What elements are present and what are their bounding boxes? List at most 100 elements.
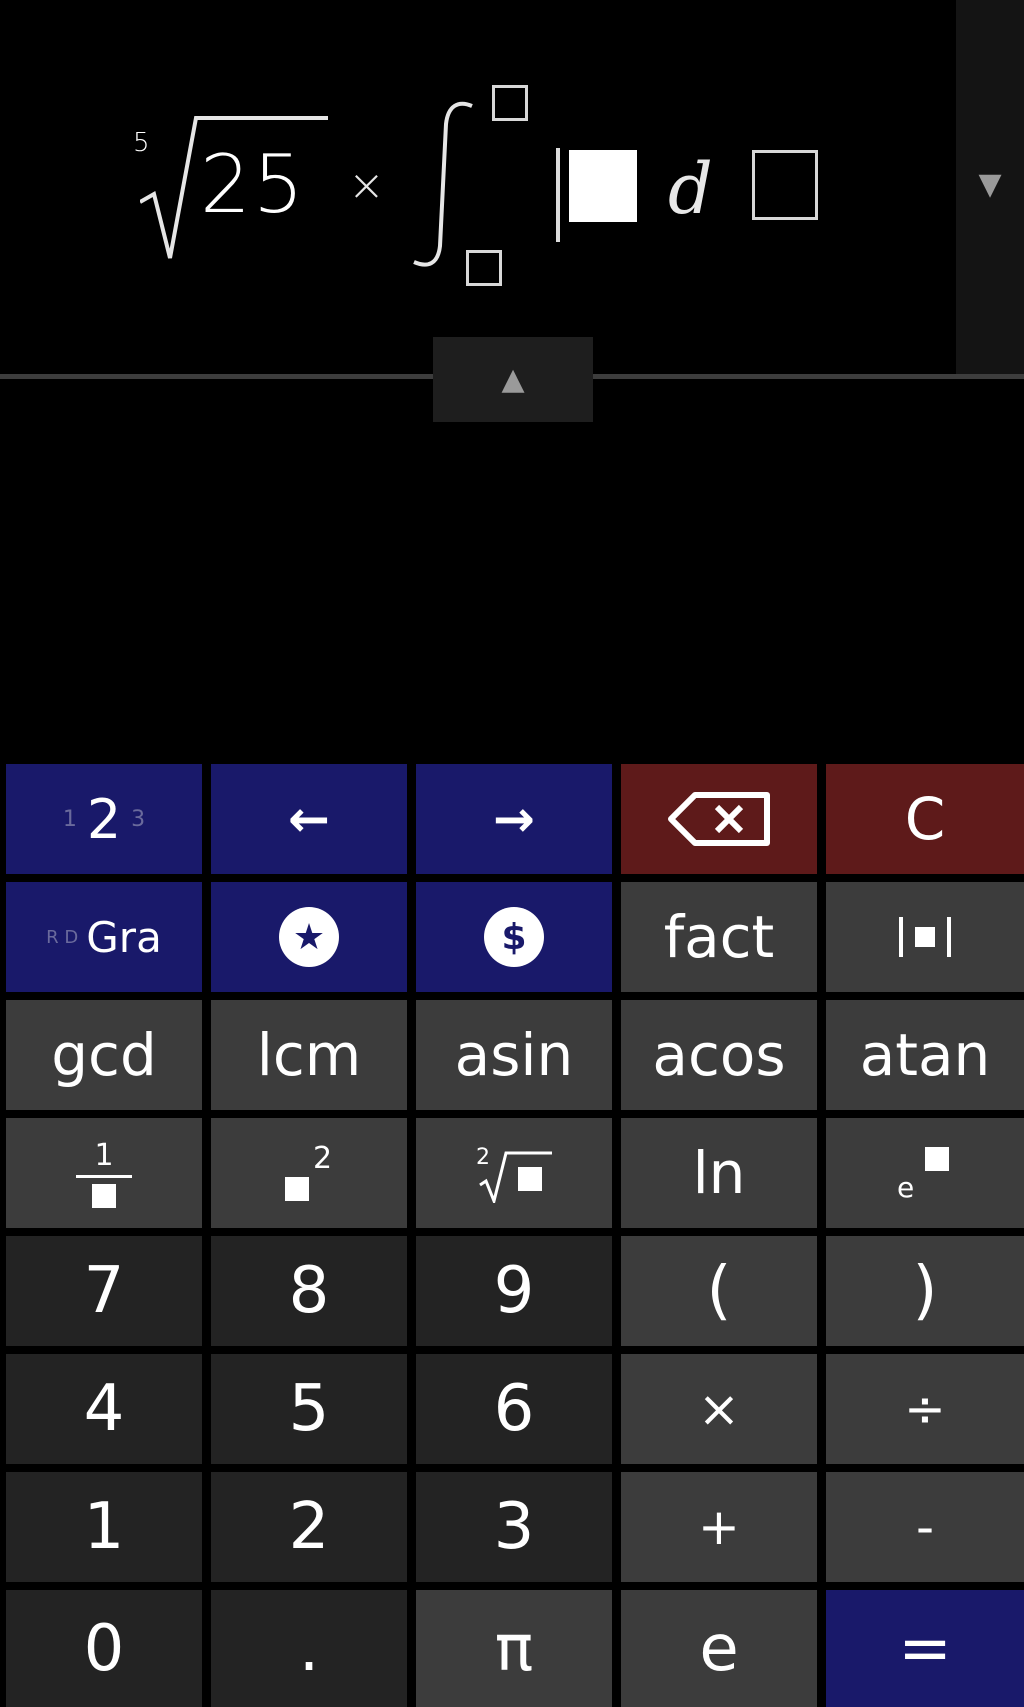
square-button[interactable]: 2 <box>211 1118 407 1228</box>
integrand-placeholder-active[interactable] <box>569 150 637 222</box>
angle-mode-current: Gra <box>86 912 162 962</box>
lcm-label: lcm <box>256 1021 362 1089</box>
collapse-display-button[interactable]: ▲ <box>433 337 593 422</box>
equals-label: = <box>898 1611 952 1686</box>
digit-5-button[interactable]: 5 <box>211 1354 407 1464</box>
reciprocal-button[interactable]: 1 <box>6 1118 202 1228</box>
decimals-right: 3 <box>131 806 146 832</box>
exp-template: e <box>895 1143 955 1204</box>
math-expression[interactable]: 5 25 × d <box>0 0 956 374</box>
multiply-operator: × <box>348 160 385 211</box>
digit-1-button[interactable]: 1 <box>6 1472 202 1582</box>
atan-label: atan <box>859 1021 991 1089</box>
text-cursor <box>556 148 560 242</box>
square-root-button[interactable]: 2 <box>416 1118 612 1228</box>
arrow-left-icon: ← <box>288 790 330 848</box>
plus-label: + <box>698 1498 740 1556</box>
angle-mode-others: R D <box>46 926 79 948</box>
cursor-right-button[interactable]: → <box>416 764 612 874</box>
fraction-bar <box>76 1174 132 1178</box>
digit-2-button[interactable]: 2 <box>211 1472 407 1582</box>
decimal-point-button[interactable]: . <box>211 1590 407 1707</box>
cursor-left-button[interactable]: ← <box>211 764 407 874</box>
currency-button[interactable]: $ <box>416 882 612 992</box>
arrow-right-icon: → <box>493 790 535 848</box>
upper-limit-placeholder[interactable] <box>492 85 528 121</box>
clear-button[interactable]: C <box>826 764 1024 874</box>
root-template: 2 <box>474 1143 554 1203</box>
decimals-current: 2 <box>86 787 122 851</box>
digit-0-button[interactable]: 0 <box>6 1590 202 1707</box>
digit-4-button[interactable]: 4 <box>6 1354 202 1464</box>
exp-base: e <box>897 1171 915 1204</box>
angle-mode-button[interactable]: R D Gra <box>6 882 202 992</box>
factorial-label: fact <box>663 903 775 971</box>
gcd-button[interactable]: gcd <box>6 1000 202 1110</box>
pi-label: π <box>494 1611 534 1686</box>
pi-button[interactable]: π <box>416 1590 612 1707</box>
lower-limit-placeholder[interactable] <box>466 250 502 286</box>
expression-display[interactable]: 5 25 × d <box>0 0 956 374</box>
favorites-button[interactable]: ★ <box>211 882 407 992</box>
digit-3-button[interactable]: 3 <box>416 1472 612 1582</box>
placeholder-square <box>285 1177 309 1201</box>
square-template: 2 <box>279 1141 339 1203</box>
multiply-label: × <box>698 1380 740 1438</box>
reciprocal-numerator: 1 <box>94 1137 114 1173</box>
backspace-icon <box>668 792 770 846</box>
variable-placeholder[interactable] <box>752 150 818 220</box>
multiply-button[interactable]: × <box>621 1354 817 1464</box>
lcm-button[interactable]: lcm <box>211 1000 407 1110</box>
digit-6-button[interactable]: 6 <box>416 1354 612 1464</box>
open-paren-label: ( <box>706 1254 732 1328</box>
open-paren-button[interactable]: ( <box>621 1236 817 1346</box>
digit-2-label: 2 <box>288 1490 330 1564</box>
placeholder-square <box>92 1183 116 1208</box>
digit-8-button[interactable]: 8 <box>211 1236 407 1346</box>
integral-sign <box>413 101 473 267</box>
reciprocal-template: 1 <box>76 1137 132 1208</box>
equals-button[interactable]: = <box>826 1590 1024 1707</box>
differential-d: d <box>668 148 713 230</box>
atan-button[interactable]: atan <box>826 1000 1024 1110</box>
close-paren-button[interactable]: ) <box>826 1236 1024 1346</box>
e-constant-button[interactable]: e <box>621 1590 817 1707</box>
close-paren-label: ) <box>912 1254 938 1328</box>
factorial-button[interactable]: fact <box>621 882 817 992</box>
decimal-point-label: . <box>298 1611 320 1686</box>
radical-icon <box>479 1151 552 1203</box>
digit-1-label: 1 <box>83 1490 125 1564</box>
absolute-value-icon <box>899 917 951 957</box>
asin-button[interactable]: asin <box>416 1000 612 1110</box>
ln-button[interactable]: ln <box>621 1118 817 1228</box>
digit-0-label: 0 <box>83 1611 125 1686</box>
digit-6-label: 6 <box>493 1372 535 1446</box>
absolute-value-button[interactable] <box>826 882 1024 992</box>
triangle-down-icon[interactable]: ▼ <box>956 170 1024 200</box>
minus-button[interactable]: - <box>826 1472 1024 1582</box>
acos-button[interactable]: acos <box>621 1000 817 1110</box>
divide-button[interactable]: ÷ <box>826 1354 1024 1464</box>
digit-3-label: 3 <box>493 1490 535 1564</box>
decimal-places-button[interactable]: 1 2 3 <box>6 764 202 874</box>
radicand: 25 <box>200 138 306 231</box>
digit-4-label: 4 <box>83 1372 125 1446</box>
digit-7-button[interactable]: 7 <box>6 1236 202 1346</box>
divide-label: ÷ <box>904 1380 946 1438</box>
clear-label: C <box>904 785 946 853</box>
placeholder-square <box>925 1147 949 1171</box>
triangle-up-icon: ▲ <box>501 362 525 397</box>
digit-9-button[interactable]: 9 <box>416 1236 612 1346</box>
minus-label: - <box>915 1498 935 1556</box>
decimals-left: 1 <box>62 806 77 832</box>
digit-5-label: 5 <box>288 1372 330 1446</box>
asin-label: asin <box>454 1021 574 1089</box>
backspace-button[interactable] <box>621 764 817 874</box>
exp-button[interactable]: e <box>826 1118 1024 1228</box>
digit-7-label: 7 <box>83 1254 125 1328</box>
history-toggle-strip[interactable]: ▼ <box>956 0 1024 374</box>
plus-button[interactable]: + <box>621 1472 817 1582</box>
square-exponent: 2 <box>313 1141 333 1176</box>
star-icon: ★ <box>279 907 339 967</box>
gcd-label: gcd <box>51 1021 157 1089</box>
